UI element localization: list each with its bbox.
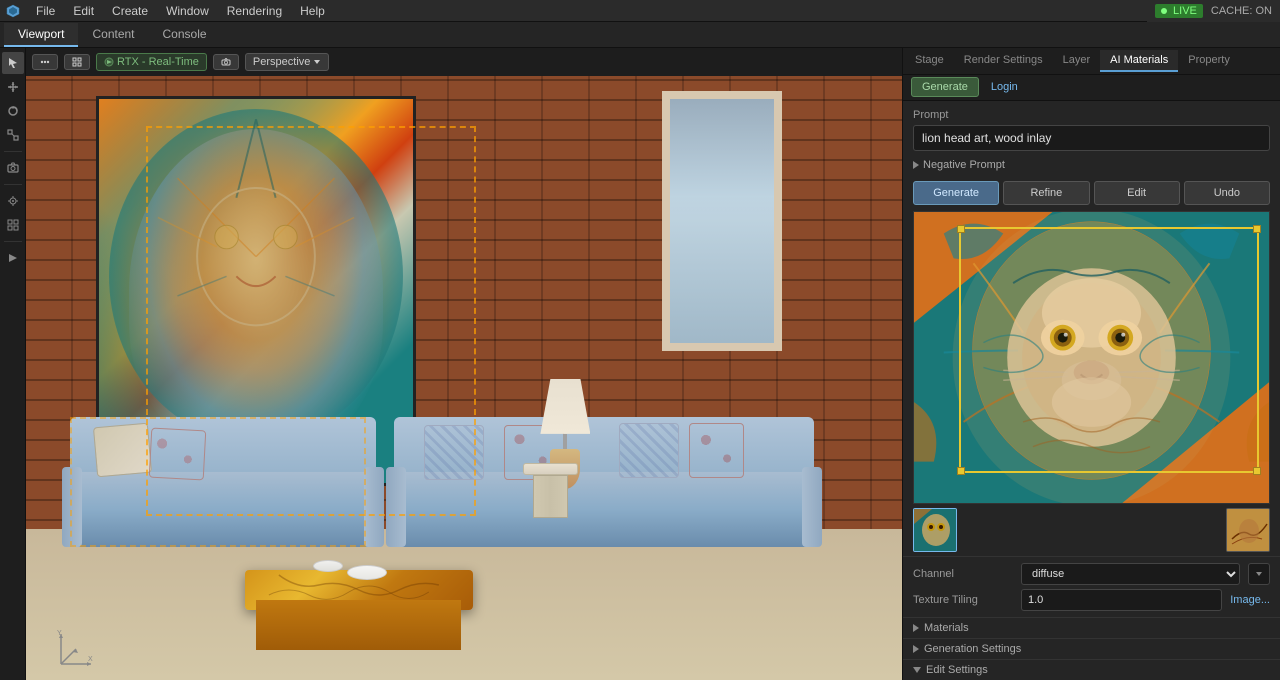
texture-tiling-label: Texture Tiling bbox=[913, 594, 1013, 606]
viewport-header: RTX - Real-Time Perspective bbox=[26, 48, 902, 76]
negative-prompt-label: Negative Prompt bbox=[923, 159, 1005, 171]
live-dot bbox=[1161, 8, 1167, 14]
perspective-label: Perspective bbox=[253, 56, 310, 68]
app-icon bbox=[4, 2, 22, 20]
controls-section: Channel diffuse Texture Tiling Image... bbox=[903, 556, 1280, 617]
thumb2-image bbox=[1227, 509, 1269, 551]
generation-settings-header[interactable]: Generation Settings bbox=[903, 638, 1280, 659]
prompt-label: Prompt bbox=[913, 109, 1270, 121]
thumb1-image bbox=[914, 509, 956, 551]
play-tool[interactable] bbox=[2, 247, 24, 269]
negative-prompt-triangle bbox=[913, 161, 919, 169]
menu-help[interactable]: Help bbox=[292, 2, 333, 20]
materials-triangle bbox=[913, 624, 919, 632]
camera-tool[interactable] bbox=[2, 157, 24, 179]
tab-viewport[interactable]: Viewport bbox=[4, 23, 78, 47]
materials-label: Materials bbox=[924, 622, 969, 634]
channel-label: Channel bbox=[913, 568, 1013, 580]
scene-render[interactable] bbox=[26, 76, 902, 680]
menu-window[interactable]: Window bbox=[158, 2, 217, 20]
perspective-btn[interactable]: Perspective bbox=[245, 53, 329, 71]
live-status: LIVE bbox=[1155, 4, 1203, 18]
tab-bar: Viewport Content Console bbox=[0, 22, 1280, 48]
channel-dropdown-btn[interactable] bbox=[1248, 563, 1270, 585]
right-panel: Stage Render Settings Layer AI Materials… bbox=[902, 48, 1280, 680]
thumbnail-2[interactable] bbox=[1226, 508, 1270, 552]
generate-btn[interactable]: Generate bbox=[913, 181, 999, 205]
edit-btn[interactable]: Edit bbox=[1094, 181, 1180, 205]
left-toolbar bbox=[0, 48, 26, 680]
coffee-table bbox=[245, 560, 473, 650]
viewport-coords: X Y bbox=[56, 629, 96, 672]
prompt-input[interactable] bbox=[913, 125, 1270, 151]
tab-console[interactable]: Console bbox=[149, 23, 221, 47]
rtx-realtime-btn[interactable]: RTX - Real-Time bbox=[96, 53, 207, 71]
svg-text:X: X bbox=[88, 656, 93, 663]
gen-settings-triangle bbox=[913, 645, 919, 653]
menu-edit[interactable]: Edit bbox=[65, 2, 102, 20]
ai-image-preview bbox=[913, 211, 1270, 504]
main-layout: RTX - Real-Time Perspective bbox=[0, 48, 1280, 680]
window-element bbox=[662, 91, 782, 351]
channel-select[interactable]: diffuse bbox=[1021, 563, 1240, 585]
thumbnail-strip bbox=[903, 504, 1280, 556]
viewport[interactable]: RTX - Real-Time Perspective bbox=[26, 48, 902, 680]
right-tab-stage[interactable]: Stage bbox=[905, 50, 954, 72]
cache-status: CACHE: ON bbox=[1211, 5, 1272, 17]
edit-settings-header[interactable]: Edit Settings bbox=[903, 659, 1280, 680]
gen-lion-preview bbox=[914, 212, 1269, 503]
snapping-tool[interactable] bbox=[2, 190, 24, 212]
rtx-label: RTX - Real-Time bbox=[117, 56, 199, 68]
viewport-options-btn[interactable] bbox=[32, 54, 58, 70]
camera-icon-btn[interactable] bbox=[213, 54, 239, 70]
scale-tool[interactable] bbox=[2, 124, 24, 146]
right-tab-layer[interactable]: Layer bbox=[1053, 50, 1101, 72]
generation-settings-label: Generation Settings bbox=[924, 643, 1021, 655]
rotate-tool[interactable] bbox=[2, 100, 24, 122]
status-bar: LIVE CACHE: ON bbox=[1147, 0, 1280, 22]
ai-actions-bar: Generate Login bbox=[903, 75, 1280, 102]
undo-btn[interactable]: Undo bbox=[1184, 181, 1270, 205]
ai-generate-btn[interactable]: Generate bbox=[911, 77, 979, 97]
svg-text:Y: Y bbox=[57, 630, 62, 637]
refine-btn[interactable]: Refine bbox=[1003, 181, 1089, 205]
tab-content[interactable]: Content bbox=[78, 23, 148, 47]
gen-buttons-row: Generate Refine Edit Undo bbox=[903, 175, 1280, 211]
edit-settings-label: Edit Settings bbox=[926, 664, 988, 676]
right-tab-ai-materials[interactable]: AI Materials bbox=[1100, 50, 1178, 72]
prompt-section: Prompt bbox=[903, 101, 1280, 155]
select-tool[interactable] bbox=[2, 52, 24, 74]
channel-row: Channel diffuse bbox=[913, 561, 1270, 587]
menu-file[interactable]: File bbox=[28, 2, 63, 20]
grid-tool[interactable] bbox=[2, 214, 24, 236]
image-link[interactable]: Image... bbox=[1230, 594, 1270, 606]
materials-section-header[interactable]: Materials bbox=[903, 617, 1280, 638]
move-tool[interactable] bbox=[2, 76, 24, 98]
menu-bar: File Edit Create Window Rendering Help L… bbox=[0, 0, 1280, 22]
side-table bbox=[523, 463, 578, 523]
ai-login-btn[interactable]: Login bbox=[985, 78, 1024, 96]
thumbnail-1[interactable] bbox=[913, 508, 957, 552]
right-tab-render-settings[interactable]: Render Settings bbox=[954, 50, 1053, 72]
edit-settings-triangle bbox=[913, 667, 921, 673]
right-tab-property[interactable]: Property bbox=[1178, 50, 1240, 72]
texture-tiling-input[interactable] bbox=[1021, 589, 1222, 611]
texture-tiling-row: Texture Tiling Image... bbox=[913, 587, 1270, 613]
menu-create[interactable]: Create bbox=[104, 2, 156, 20]
right-panel-tabs: Stage Render Settings Layer AI Materials… bbox=[903, 48, 1280, 75]
menu-rendering[interactable]: Rendering bbox=[219, 2, 290, 20]
negative-prompt-header[interactable]: Negative Prompt bbox=[903, 155, 1280, 175]
sofa-left bbox=[70, 417, 377, 547]
viewport-grid-btn[interactable] bbox=[64, 54, 90, 70]
sofa-right bbox=[394, 417, 814, 547]
